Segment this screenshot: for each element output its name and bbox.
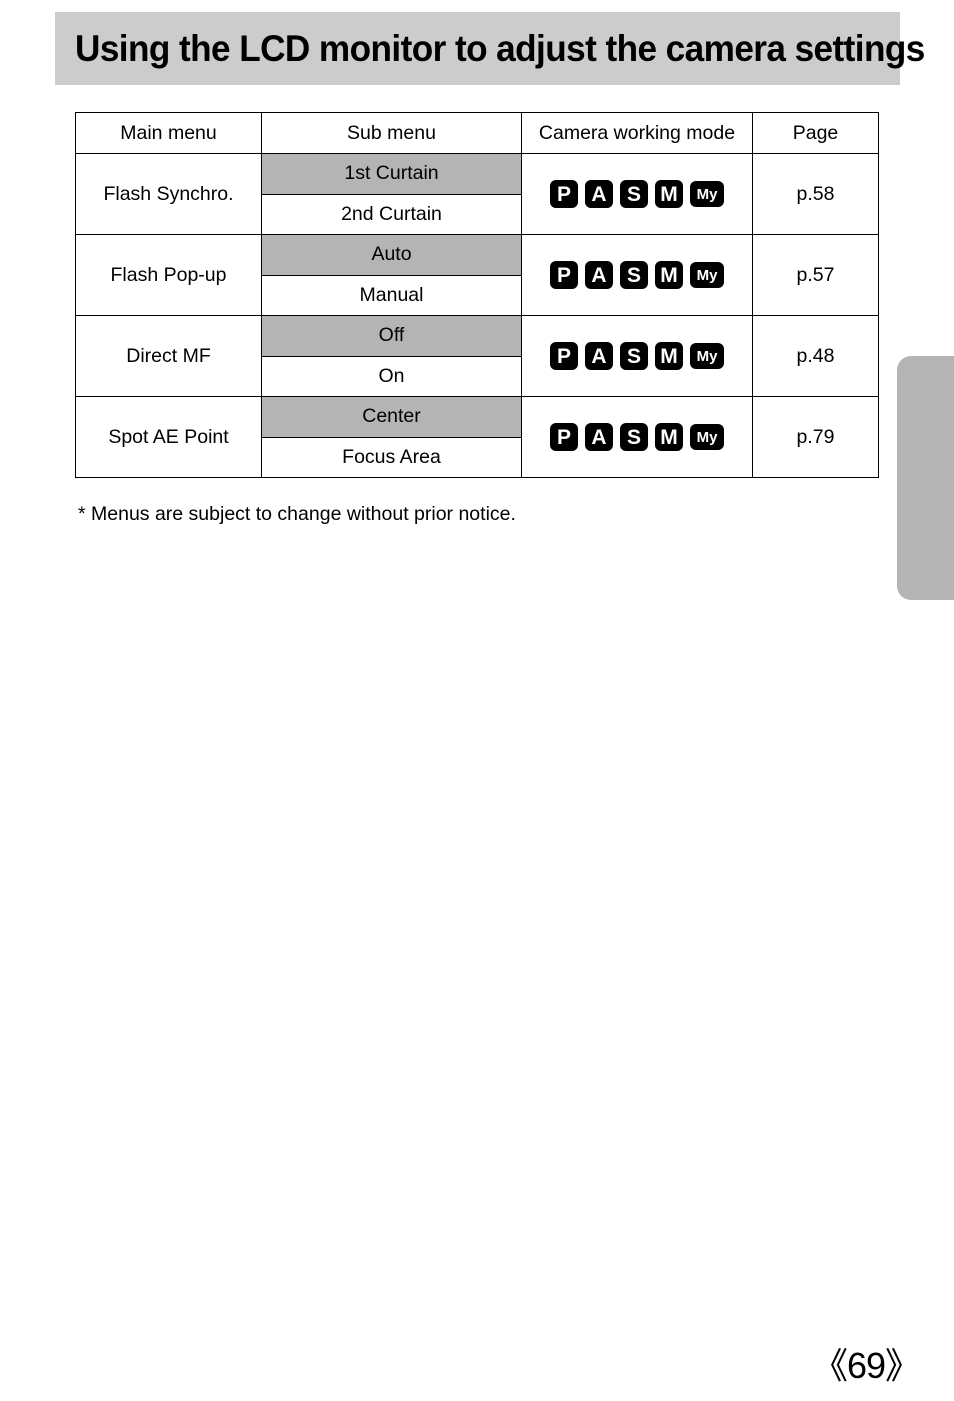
chapter-side-tab bbox=[897, 356, 954, 600]
mode-badge-m-icon: M bbox=[655, 261, 683, 289]
mode-badge-m-icon: M bbox=[655, 180, 683, 208]
page-number: 《69》 bbox=[812, 1345, 921, 1386]
page-reference-cell[interactable]: p.57 bbox=[752, 234, 879, 316]
camera-mode-cell: P A S M My bbox=[521, 153, 753, 235]
sub-menu-option-selected[interactable]: Center bbox=[262, 397, 521, 438]
sub-menu-option[interactable]: 2nd Curtain bbox=[262, 195, 521, 235]
mode-badge-a-icon: A bbox=[585, 423, 613, 451]
mode-badge-s-icon: S bbox=[620, 180, 648, 208]
menu-settings-table-container: Main menu Sub menu Camera working mode P… bbox=[75, 112, 879, 478]
table-body: Flash Synchro. 1st Curtain 2nd Curtain P… bbox=[75, 153, 879, 478]
mode-badge-a-icon: A bbox=[585, 342, 613, 370]
mode-badge-my-icon: My bbox=[690, 262, 724, 288]
mode-badge-my-icon: My bbox=[690, 181, 724, 207]
mode-badge-my-icon: My bbox=[690, 343, 724, 369]
sub-menu-cell: Auto Manual bbox=[261, 234, 522, 316]
mode-badge-p-icon: P bbox=[550, 180, 578, 208]
mode-badge-s-icon: S bbox=[620, 423, 648, 451]
sub-menu-option[interactable]: Focus Area bbox=[262, 438, 521, 478]
mode-badge-m-icon: M bbox=[655, 423, 683, 451]
sub-menu-option-selected[interactable]: Auto bbox=[262, 235, 521, 276]
sub-menu-option[interactable]: Manual bbox=[262, 276, 521, 316]
table-header-row: Main menu Sub menu Camera working mode P… bbox=[75, 112, 879, 154]
mode-badge-m-icon: M bbox=[655, 342, 683, 370]
column-header-main-menu: Main menu bbox=[75, 112, 262, 154]
main-menu-cell: Flash Synchro. bbox=[75, 153, 262, 235]
table-row: Direct MF Off On P A S M My p.48 bbox=[75, 315, 879, 397]
sub-menu-cell: 1st Curtain 2nd Curtain bbox=[261, 153, 522, 235]
menu-settings-table: Main menu Sub menu Camera working mode P… bbox=[75, 112, 879, 478]
mode-badge-p-icon: P bbox=[550, 342, 578, 370]
column-header-camera-mode: Camera working mode bbox=[521, 112, 753, 154]
camera-mode-cell: P A S M My bbox=[521, 234, 753, 316]
main-menu-cell: Spot AE Point bbox=[75, 396, 262, 478]
main-menu-cell: Direct MF bbox=[75, 315, 262, 397]
mode-badge-s-icon: S bbox=[620, 261, 648, 289]
sub-menu-cell: Center Focus Area bbox=[261, 396, 522, 478]
page-reference-cell[interactable]: p.79 bbox=[752, 396, 879, 478]
mode-badge-a-icon: A bbox=[585, 261, 613, 289]
sub-menu-option-selected[interactable]: Off bbox=[262, 316, 521, 357]
camera-mode-cell: P A S M My bbox=[521, 315, 753, 397]
main-menu-cell: Flash Pop-up bbox=[75, 234, 262, 316]
mode-badge-my-icon: My bbox=[690, 424, 724, 450]
mode-badge-a-icon: A bbox=[585, 180, 613, 208]
footnote-text: * Menus are subject to change without pr… bbox=[78, 503, 516, 525]
table-row: Flash Pop-up Auto Manual P A S M My p.57 bbox=[75, 234, 879, 316]
mode-badge-s-icon: S bbox=[620, 342, 648, 370]
table-row: Flash Synchro. 1st Curtain 2nd Curtain P… bbox=[75, 153, 879, 235]
page-title: Using the LCD monitor to adjust the came… bbox=[75, 27, 925, 69]
page-header-banner: Using the LCD monitor to adjust the came… bbox=[55, 12, 925, 85]
sub-menu-option-selected[interactable]: 1st Curtain bbox=[262, 154, 521, 195]
page-reference-cell[interactable]: p.48 bbox=[752, 315, 879, 397]
sub-menu-cell: Off On bbox=[261, 315, 522, 397]
camera-mode-cell: P A S M My bbox=[521, 396, 753, 478]
sub-menu-option[interactable]: On bbox=[262, 357, 521, 397]
column-header-page: Page bbox=[752, 112, 879, 154]
table-row: Spot AE Point Center Focus Area P A S M … bbox=[75, 396, 879, 478]
mode-badge-p-icon: P bbox=[550, 423, 578, 451]
mode-badge-p-icon: P bbox=[550, 261, 578, 289]
page-reference-cell[interactable]: p.58 bbox=[752, 153, 879, 235]
column-header-sub-menu: Sub menu bbox=[261, 112, 522, 154]
